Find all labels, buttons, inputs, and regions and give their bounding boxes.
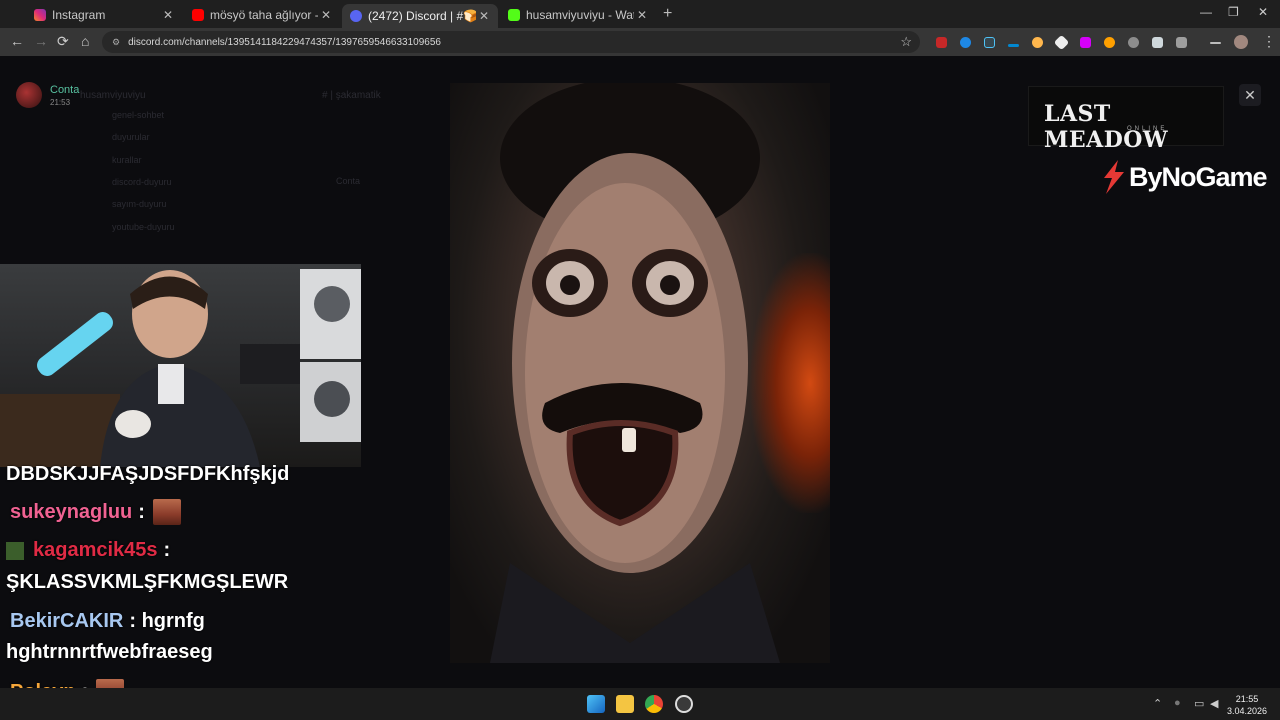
extension-icon[interactable] bbox=[1053, 34, 1070, 51]
image-author-name[interactable]: Conta bbox=[50, 84, 79, 96]
chat-message: kagamcik45s : bbox=[6, 539, 170, 562]
channel-item: discord-duyuru bbox=[112, 177, 172, 187]
home-button[interactable]: ⌂ bbox=[81, 33, 89, 49]
channel-header: # | şakamatik bbox=[322, 90, 381, 101]
restore-button[interactable]: ❐ bbox=[1228, 5, 1239, 19]
chat-message: ŞKLASSVKMLŞFKMGŞLEWR bbox=[6, 571, 288, 594]
chat-username: sukeynagluu bbox=[10, 500, 133, 523]
tab-title: mösyö taha ağlıyor - YouTube bbox=[210, 8, 318, 22]
enlarged-image[interactable] bbox=[450, 83, 830, 663]
sponsor-banner: LAST MEADOW ONLINE bbox=[1028, 86, 1224, 153]
chat-message: DBDSKJJFAŞJDSFDFKhfşkjd bbox=[6, 463, 289, 486]
sponsor-brand: ByNoGame bbox=[1129, 161, 1268, 192]
browser-tab-strip: Instagram ✕ mösyö taha ağlıyor - YouTube… bbox=[0, 0, 1280, 28]
avatar bbox=[16, 82, 42, 108]
address-url[interactable]: discord.com/channels/1395141184229474357… bbox=[128, 37, 900, 48]
channel-item: youtube-duyuru bbox=[112, 222, 175, 232]
tab-title: Instagram bbox=[52, 8, 106, 22]
extension-icon[interactable] bbox=[1080, 37, 1091, 48]
chat-message: BekirCAKIR : hgrnfg bbox=[10, 610, 205, 633]
close-tab-icon[interactable]: ✕ bbox=[160, 8, 176, 22]
youtube-icon bbox=[192, 9, 204, 21]
chat-text: DBDSKJJFAŞJDSFDFKhfşkjd bbox=[6, 463, 290, 485]
sponsor-subtitle: ONLINE bbox=[1127, 126, 1168, 132]
webcam-feed bbox=[0, 264, 361, 467]
tune-icon[interactable]: ⚙ bbox=[112, 37, 120, 48]
close-tab-icon[interactable]: ✕ bbox=[476, 9, 492, 23]
chat-username: kagamcik45s bbox=[33, 539, 158, 561]
chat-text: : hgrnfg bbox=[129, 610, 205, 632]
obs-icon[interactable] bbox=[675, 695, 693, 713]
speaker-icon[interactable]: ◀ bbox=[1210, 697, 1218, 710]
file-explorer-icon[interactable] bbox=[616, 695, 634, 713]
close-tab-icon[interactable]: ✕ bbox=[318, 8, 334, 22]
sponsor-logo: ByNoGame bbox=[1100, 160, 1268, 194]
kick-icon bbox=[508, 9, 520, 21]
profile-avatar[interactable] bbox=[1234, 35, 1248, 49]
chat-username: BekirCAKIR bbox=[10, 610, 124, 632]
address-bar[interactable]: ⚙ discord.com/channels/13951411842294743… bbox=[102, 31, 920, 53]
chat-message: sukeynagluu : bbox=[10, 499, 181, 525]
display-icon[interactable]: ▭ bbox=[1194, 697, 1204, 710]
taskbar: ⌃ ● ▭ ◀ 21:55 3.04.2026 bbox=[0, 688, 1280, 720]
shield-icon[interactable] bbox=[1152, 37, 1163, 48]
menu-kebab-icon[interactable]: ⋮ bbox=[1262, 33, 1276, 50]
system-clock[interactable]: 21:55 3.04.2026 bbox=[1224, 693, 1270, 717]
browser-toolbar: ← → ⟳ ⌂ ⚙ discord.com/channels/139514118… bbox=[0, 28, 1280, 56]
microphone-icon[interactable]: ● bbox=[1174, 697, 1181, 709]
channel-item: sayım-duyuru bbox=[112, 199, 167, 209]
extension-icon[interactable] bbox=[960, 37, 971, 48]
extension-icon[interactable] bbox=[1128, 37, 1139, 48]
minimize-button[interactable]: — bbox=[1200, 5, 1212, 19]
close-window-button[interactable]: ✕ bbox=[1258, 5, 1268, 19]
tray-expand-icon[interactable]: ⌃ bbox=[1153, 697, 1162, 710]
emote-icon bbox=[152, 499, 181, 525]
back-button[interactable]: ← bbox=[10, 33, 24, 49]
forward-button[interactable]: → bbox=[34, 33, 48, 49]
channel-item: kurallar bbox=[112, 155, 142, 165]
close-tab-icon[interactable]: ✕ bbox=[634, 8, 650, 22]
user-badge-icon bbox=[6, 541, 24, 560]
channel-item: genel-sohbet bbox=[112, 110, 165, 120]
reading-list-icon[interactable] bbox=[1210, 42, 1221, 44]
windows-start-icon[interactable] bbox=[587, 695, 605, 713]
face-illustration bbox=[490, 83, 780, 663]
extension-icon[interactable] bbox=[936, 37, 947, 48]
extension-icon[interactable] bbox=[1032, 37, 1043, 48]
reload-button[interactable]: ⟳ bbox=[57, 33, 69, 50]
extension-icon[interactable] bbox=[1008, 44, 1019, 47]
message-author: Conta bbox=[336, 176, 361, 186]
chat-text: : bbox=[163, 539, 171, 561]
tab-discord[interactable]: (2472) Discord | #🍞 ▭ ⟩şakamatik ✕ bbox=[342, 4, 498, 28]
tab-youtube[interactable]: mösyö taha ağlıyor - YouTube ✕ bbox=[184, 4, 340, 26]
instagram-icon bbox=[34, 9, 46, 21]
image-timestamp: 21:53 bbox=[50, 98, 71, 107]
webcam-scene bbox=[0, 269, 361, 467]
tab-kick[interactable]: husamviyuviyu - Watch the VOD ✕ bbox=[500, 4, 656, 26]
puzzle-icon[interactable] bbox=[1176, 37, 1187, 48]
clock-time: 21:55 bbox=[1235, 694, 1259, 704]
tab-title: husamviyuviyu - Watch the VOD bbox=[526, 8, 634, 22]
close-viewer-button[interactable]: ✕ bbox=[1239, 84, 1261, 106]
chat-text: ŞKLASSVKMLŞFKMGŞLEWR bbox=[6, 571, 289, 593]
server-name: husamviyuviyu bbox=[80, 90, 146, 101]
discord-icon bbox=[350, 10, 362, 22]
clock-date: 3.04.2026 bbox=[1226, 706, 1268, 716]
chrome-icon[interactable] bbox=[645, 695, 663, 713]
star-icon[interactable]: ☆ bbox=[900, 34, 912, 50]
chat-message: hghtrnnrtfwebfraeseg bbox=[6, 641, 213, 664]
new-tab-button[interactable]: + bbox=[663, 5, 672, 23]
chat-text: : bbox=[138, 500, 145, 523]
tab-title: (2472) Discord | #🍞 ▭ ⟩şakamatik bbox=[368, 9, 476, 23]
flame-logo-icon bbox=[1104, 160, 1124, 194]
channel-item: duyurular bbox=[112, 132, 150, 142]
chat-text: hghtrnnrtfwebfraeseg bbox=[6, 641, 213, 663]
extension-icon[interactable] bbox=[984, 37, 995, 48]
tab-instagram[interactable]: Instagram ✕ bbox=[26, 4, 182, 26]
extension-icon[interactable] bbox=[1104, 37, 1115, 48]
